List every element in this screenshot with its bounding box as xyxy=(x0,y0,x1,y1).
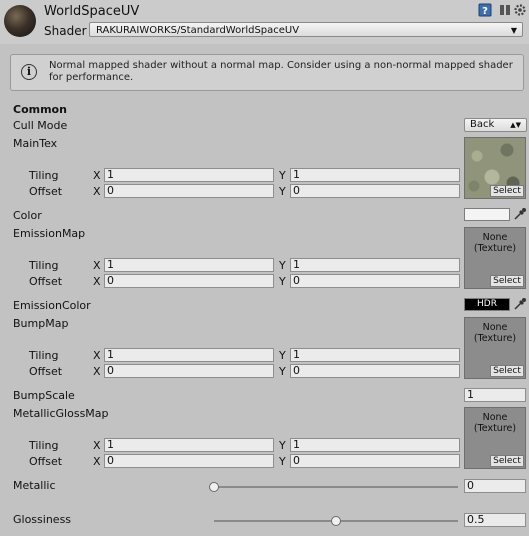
metallic-gloss-map-tiling-x[interactable]: 1 xyxy=(104,438,274,452)
emission-map-label: EmissionMap xyxy=(13,227,86,240)
info-icon: i xyxy=(21,64,37,80)
main-tex-tiling-label: Tiling xyxy=(29,169,59,182)
glossiness-field[interactable]: 0.5 xyxy=(464,513,526,527)
metallic-gloss-map-none-text: None (Texture) xyxy=(465,412,525,434)
metallic-gloss-map-tiling-y[interactable]: 1 xyxy=(290,438,460,452)
main-tex-select-button[interactable]: Select xyxy=(490,185,524,197)
axis-y-label: Y xyxy=(279,259,286,272)
bump-map-tiling-x[interactable]: 1 xyxy=(104,348,274,362)
cull-mode-value: Back xyxy=(470,119,495,130)
emission-map-offset-x[interactable]: 0 xyxy=(104,274,274,288)
texture-line: (Texture) xyxy=(473,333,517,344)
metallic-gloss-map-label: MetallicGlossMap xyxy=(13,407,109,420)
emission-map-none-text: None (Texture) xyxy=(465,232,525,254)
main-tex-thumbnail[interactable]: Select xyxy=(464,137,526,199)
axis-x-label: X xyxy=(93,455,101,468)
cull-mode-dropdown[interactable]: Back ▲▼ xyxy=(464,118,527,132)
axis-x-label: X xyxy=(93,365,101,378)
bump-map-offset-x[interactable]: 0 xyxy=(104,364,274,378)
glossiness-slider-thumb[interactable] xyxy=(331,516,341,526)
svg-text:?: ? xyxy=(482,6,488,17)
preset-icon[interactable] xyxy=(498,3,512,17)
main-tex-offset-y[interactable]: 0 xyxy=(290,184,460,198)
axis-x-label: X xyxy=(93,185,101,198)
texture-line: (Texture) xyxy=(473,423,517,434)
metallic-gloss-map-select-button[interactable]: Select xyxy=(490,455,524,467)
axis-y-label: Y xyxy=(279,455,286,468)
metallic-gloss-map-offset-x[interactable]: 0 xyxy=(104,454,274,468)
help-message: Normal mapped shader without a normal ma… xyxy=(49,60,513,83)
axis-y-label: Y xyxy=(279,365,286,378)
inspector-header: WorldSpaceUV Shader RAKURAIWORKS/Standar… xyxy=(0,0,529,44)
main-tex-label: MainTex xyxy=(13,137,58,150)
emission-map-tiling-y[interactable]: 1 xyxy=(290,258,460,272)
bump-scale-label: BumpScale xyxy=(13,389,75,402)
none-line: None xyxy=(482,412,508,423)
axis-y-label: Y xyxy=(279,185,286,198)
material-sphere-icon xyxy=(4,5,36,37)
shader-label: Shader xyxy=(44,24,87,38)
bump-map-select-button[interactable]: Select xyxy=(490,365,524,377)
none-line: None xyxy=(482,232,508,243)
bump-map-thumbnail[interactable]: None (Texture) Select xyxy=(464,317,526,379)
emission-color-label: EmissionColor xyxy=(13,299,91,312)
help-box: i Normal mapped shader without a normal … xyxy=(10,54,524,91)
axis-x-label: X xyxy=(93,349,101,362)
shader-dropdown-value: RAKURAIWORKS/StandardWorldSpaceUV xyxy=(96,25,300,36)
glossiness-label: Glossiness xyxy=(13,513,72,526)
main-tex-offset-x[interactable]: 0 xyxy=(104,184,274,198)
metallic-slider-thumb[interactable] xyxy=(209,482,219,492)
axis-y-label: Y xyxy=(279,275,286,288)
eyedropper-icon[interactable] xyxy=(513,297,527,311)
eyedropper-icon[interactable] xyxy=(513,207,527,221)
axis-y-label: Y xyxy=(279,169,286,182)
shader-dropdown[interactable]: RAKURAIWORKS/StandardWorldSpaceUV ▼ xyxy=(89,22,523,37)
settings-gear-icon[interactable] xyxy=(513,3,527,17)
bump-map-tiling-y[interactable]: 1 xyxy=(290,348,460,362)
texture-line: (Texture) xyxy=(473,243,517,254)
bump-map-label: BumpMap xyxy=(13,317,69,330)
none-line: None xyxy=(482,322,508,333)
bump-scale-field[interactable]: 1 xyxy=(464,388,526,402)
chevron-down-icon: ▼ xyxy=(510,26,517,35)
axis-x-label: X xyxy=(93,169,101,182)
main-tex-tiling-y[interactable]: 1 xyxy=(290,168,460,182)
cull-mode-label: Cull Mode xyxy=(13,119,68,132)
emission-color-swatch[interactable]: HDR xyxy=(464,298,510,311)
main-tex-tiling-x[interactable]: 1 xyxy=(104,168,274,182)
axis-y-label: Y xyxy=(279,349,286,362)
metallic-label: Metallic xyxy=(13,479,56,492)
axis-x-label: X xyxy=(93,439,101,452)
help-book-icon[interactable]: ? xyxy=(478,3,492,17)
bump-map-none-text: None (Texture) xyxy=(465,322,525,344)
main-tex-offset-label: Offset xyxy=(29,185,63,198)
emission-map-offset-label: Offset xyxy=(29,275,63,288)
emission-map-thumbnail[interactable]: None (Texture) Select xyxy=(464,227,526,289)
emission-map-tiling-x[interactable]: 1 xyxy=(104,258,274,272)
emission-map-offset-y[interactable]: 0 xyxy=(290,274,460,288)
material-title: WorldSpaceUV xyxy=(44,4,140,19)
color-swatch[interactable] xyxy=(464,208,510,221)
chevron-down-icon: ▲▼ xyxy=(510,121,521,129)
bump-map-tiling-label: Tiling xyxy=(29,349,59,362)
emission-map-select-button[interactable]: Select xyxy=(490,275,524,287)
section-common: Common xyxy=(13,103,67,116)
metallic-gloss-map-offset-label: Offset xyxy=(29,455,63,468)
axis-x-label: X xyxy=(93,259,101,272)
metallic-gloss-map-offset-y[interactable]: 0 xyxy=(290,454,460,468)
bump-map-offset-y[interactable]: 0 xyxy=(290,364,460,378)
metallic-slider-track[interactable] xyxy=(214,486,458,488)
emission-map-tiling-label: Tiling xyxy=(29,259,59,272)
metallic-gloss-map-tiling-label: Tiling xyxy=(29,439,59,452)
metallic-gloss-map-thumbnail[interactable]: None (Texture) Select xyxy=(464,407,526,469)
axis-x-label: X xyxy=(93,275,101,288)
bump-map-offset-label: Offset xyxy=(29,365,63,378)
metallic-field[interactable]: 0 xyxy=(464,479,526,493)
axis-y-label: Y xyxy=(279,439,286,452)
color-label: Color xyxy=(13,209,42,222)
